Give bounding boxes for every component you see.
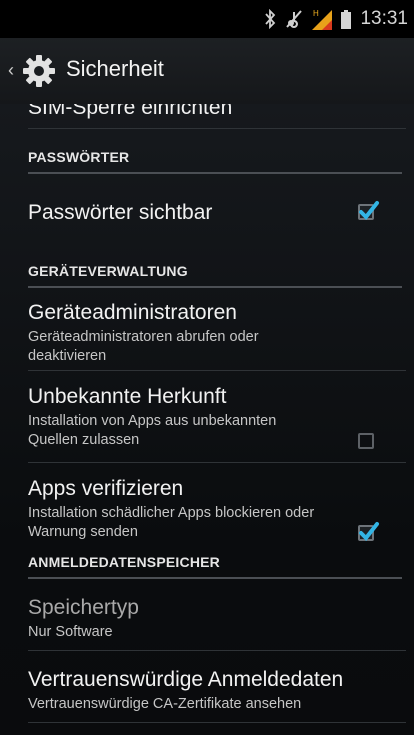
divider	[28, 128, 406, 129]
battery-icon	[341, 10, 352, 29]
device-admins-item[interactable]: Geräteadministratoren Geräteadministrato…	[28, 301, 406, 366]
sim-lock-item[interactable]: SIM-Sperre einrichten	[28, 104, 406, 120]
show-passwords-item[interactable]: Passwörter sichtbar	[28, 201, 406, 231]
section-header-passwords: PASSWÖRTER	[28, 149, 402, 174]
divider	[28, 462, 406, 463]
status-time: 13:31	[360, 8, 408, 29]
show-passwords-title: Passwörter sichtbar	[28, 201, 213, 224]
checkmark-icon	[359, 522, 379, 542]
verify-apps-summary: Installation schädlicher Apps blockieren…	[28, 505, 315, 540]
storage-type-summary: Nur Software	[28, 624, 113, 640]
checkmark-icon	[359, 201, 379, 221]
device-admins-title: Geräteadministratoren	[28, 301, 237, 324]
settings-list: SIM-Sperre einrichten PASSWÖRTER Passwör…	[0, 104, 414, 735]
section-header-device-admin: GERÄTEVERWALTUNG	[28, 263, 402, 288]
divider	[28, 370, 406, 371]
trusted-credentials-summary: Vertrauenswürdige CA-Zertifikate ansehen	[28, 696, 302, 712]
trusted-credentials-title: Vertrauenswürdige Anmeldedaten	[28, 668, 344, 691]
status-bar: H 13:31	[0, 0, 414, 38]
storage-type-item: Speichertyp Nur Software	[28, 596, 406, 642]
divider	[28, 722, 406, 723]
unknown-sources-item[interactable]: Unbekannte Herkunft Installation von App…	[28, 385, 406, 450]
divider	[28, 650, 406, 651]
unknown-sources-title: Unbekannte Herkunft	[28, 385, 227, 408]
signal-icon: H	[312, 9, 333, 30]
mute-icon	[286, 10, 303, 28]
back-chevron-icon[interactable]: ‹	[8, 60, 14, 81]
verify-apps-checkbox[interactable]	[358, 522, 379, 542]
gear-icon[interactable]	[20, 52, 58, 90]
svg-text:H: H	[313, 9, 319, 18]
trusted-credentials-item[interactable]: Vertrauenswürdige Anmeldedaten Vertrauen…	[28, 668, 406, 714]
action-bar: ‹ Sicherheit	[0, 38, 414, 104]
unknown-sources-checkbox[interactable]	[358, 433, 374, 449]
status-icons: H 13:31	[264, 0, 408, 38]
section-header-credential-storage: ANMELDEDATENSPEICHER	[28, 554, 402, 579]
verify-apps-item[interactable]: Apps verifizieren Installation schädlich…	[28, 477, 406, 542]
show-passwords-checkbox[interactable]	[358, 201, 379, 221]
sim-lock-title: SIM-Sperre einrichten	[28, 104, 233, 119]
bluetooth-icon	[265, 9, 276, 29]
page-title: Sicherheit	[66, 56, 164, 81]
storage-type-title: Speichertyp	[28, 596, 139, 619]
device-admins-summary: Geräteadministratoren abrufen oder deakt…	[28, 329, 259, 364]
verify-apps-title: Apps verifizieren	[28, 477, 184, 500]
unknown-sources-summary: Installation von Apps aus unbekannten Qu…	[28, 413, 277, 448]
